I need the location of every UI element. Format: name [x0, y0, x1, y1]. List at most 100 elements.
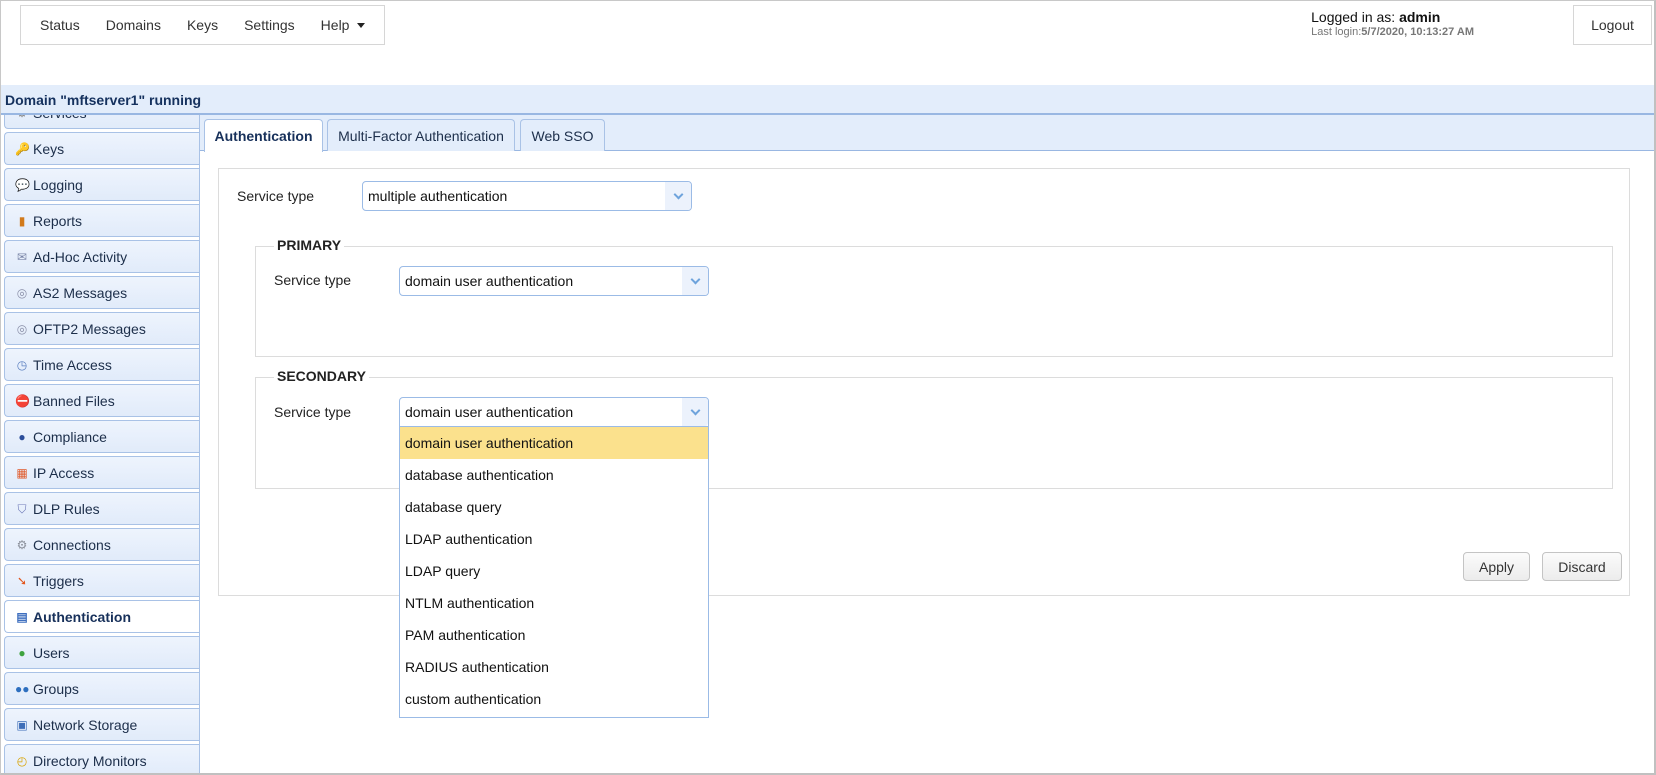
chevron-down-icon[interactable]	[682, 267, 708, 295]
menu-help-label: Help	[320, 17, 350, 33]
service-type-label: Service type	[237, 188, 315, 204]
sidebar-item-directory-monitors[interactable]: ◴ Directory Monitors	[4, 744, 199, 773]
sidebar-item-authentication[interactable]: ▤ Authentication	[4, 600, 199, 633]
service-type-select[interactable]: multiple authentication	[362, 181, 692, 211]
dropdown-option[interactable]: NTLM authentication	[400, 587, 708, 619]
folder-monitor-icon: ◴	[16, 753, 28, 768]
caret-down-icon	[357, 22, 366, 28]
sidebar-item-label: Compliance	[33, 428, 107, 445]
gear-connections-icon: ⚙	[16, 537, 28, 552]
dropdown-option[interactable]: PAM authentication	[400, 619, 708, 651]
calendar-clock-icon: ◷	[16, 357, 28, 372]
sidebar-item-network-storage[interactable]: ▣ Network Storage	[4, 708, 199, 741]
menu-settings[interactable]: Settings	[231, 6, 308, 44]
sidebar-item-label: Connections	[33, 536, 111, 553]
shield-icon: ⛉	[17, 501, 27, 516]
sidebar-item-ad-hoc-activity[interactable]: ✉ Ad-Hoc Activity	[4, 240, 199, 273]
menu-domains[interactable]: Domains	[93, 6, 174, 44]
sidebar-item-label: Logging	[33, 176, 83, 193]
sidebar-item-groups[interactable]: ●● Groups	[4, 672, 199, 705]
user-icon: ●	[18, 645, 26, 660]
firewall-icon: ▦	[16, 465, 28, 480]
messages-icon: ◎	[16, 285, 28, 300]
sidebar-item-logging[interactable]: 💬 Logging	[4, 168, 199, 201]
envelope-icon: ✉	[16, 249, 28, 264]
dropdown-option[interactable]: domain user authentication	[400, 427, 708, 459]
sidebar-item-time-access[interactable]: ◷ Time Access	[4, 348, 199, 381]
network-storage-icon: ▣	[16, 717, 28, 732]
dropdown-option[interactable]: RADIUS authentication	[400, 651, 708, 683]
sidebar-item-label: Banned Files	[33, 392, 115, 409]
secondary-legend: SECONDARY	[274, 368, 369, 384]
sidebar-item-label: AS2 Messages	[33, 284, 128, 301]
app-window: Status Domains Keys Settings Help Logged…	[0, 0, 1656, 775]
sidebar-item-label: Keys	[33, 140, 65, 157]
logout-button[interactable]: Logout	[1573, 5, 1652, 45]
login-info: Logged in as: admin Last login:5/7/2020,…	[1311, 9, 1474, 38]
secondary-service-type-select[interactable]: domain user authentication	[399, 397, 709, 427]
menu-status[interactable]: Status	[27, 6, 93, 44]
chevron-down-icon[interactable]	[682, 398, 708, 426]
speech-bubble-icon: 💬	[15, 177, 30, 192]
primary-service-type-select[interactable]: domain user authentication	[399, 266, 709, 296]
sidebar-item-triggers[interactable]: ➘ Triggers	[4, 564, 199, 597]
sidebar: ⚙Services🔑Keys💬Logging▮Reports✉Ad-Hoc Ac…	[1, 115, 199, 773]
sidebar-item-label: Time Access	[33, 356, 112, 373]
sidebar-item-connections[interactable]: ⚙ Connections	[4, 528, 199, 561]
tab-authentication[interactable]: Authentication	[204, 119, 323, 152]
tab-strip: Authentication Multi-Factor Authenticati…	[200, 115, 1654, 152]
primary-fieldset: PRIMARY	[255, 237, 1613, 357]
sidebar-item-label: Groups	[33, 680, 79, 697]
sidebar-item-services[interactable]: ⚙ Services	[4, 115, 199, 129]
messages-icon: ◎	[16, 321, 28, 336]
dropdown-option[interactable]: database query	[400, 491, 708, 523]
tab-web-sso[interactable]: Web SSO	[520, 119, 605, 151]
sidebar-item-label: Authentication	[33, 608, 131, 625]
sidebar-item-ip-access[interactable]: ▦ IP Access	[4, 456, 199, 489]
dropdown-option[interactable]: LDAP query	[400, 555, 708, 587]
service-type-value: multiple authentication	[368, 188, 508, 204]
menu-keys[interactable]: Keys	[174, 6, 231, 44]
primary-service-type-label: Service type	[274, 272, 352, 288]
secondary-service-type-value: domain user authentication	[405, 404, 574, 420]
last-login-label: Last login:	[1311, 26, 1362, 38]
chevron-down-icon[interactable]	[665, 182, 691, 210]
trigger-arrow-icon: ➘	[16, 573, 28, 588]
sidebar-item-label: Ad-Hoc Activity	[33, 248, 128, 265]
secondary-service-type-label: Service type	[274, 404, 352, 420]
sidebar-item-reports[interactable]: ▮ Reports	[4, 204, 199, 237]
domain-status-bar: Domain "mftserver1" running	[1, 85, 1654, 115]
bar-chart-icon: ▮	[18, 213, 26, 228]
logged-in-user: admin	[1399, 9, 1441, 25]
sidebar-item-label: IP Access	[33, 464, 95, 481]
apply-button[interactable]: Apply	[1463, 552, 1530, 581]
banned-file-icon: ⛔	[15, 393, 30, 408]
menu-help[interactable]: Help	[308, 6, 379, 44]
sidebar-item-label: Triggers	[33, 572, 84, 589]
primary-service-type-value: domain user authentication	[405, 273, 574, 289]
discard-button[interactable]: Discard	[1542, 552, 1622, 581]
sidebar-item-compliance[interactable]: ● Compliance	[4, 420, 199, 453]
group-icon: ●●	[15, 681, 30, 696]
sidebar-item-keys[interactable]: 🔑 Keys	[4, 132, 199, 165]
services-icon: ⚙	[15, 115, 29, 120]
sidebar-item-label: Services	[33, 115, 87, 121]
dropdown-option[interactable]: database authentication	[400, 459, 708, 491]
sidebar-item-label: Reports	[33, 212, 83, 229]
sidebar-item-label: Network Storage	[33, 716, 138, 733]
officer-icon: ●	[18, 429, 26, 444]
sidebar-divider	[199, 115, 200, 773]
sidebar-item-label: OFTP2 Messages	[33, 320, 146, 337]
sidebar-item-dlp-rules[interactable]: ⛉ DLP Rules	[4, 492, 199, 525]
dropdown-option[interactable]: LDAP authentication	[400, 523, 708, 555]
tab-multi-factor-authentication[interactable]: Multi-Factor Authentication	[327, 119, 515, 151]
dropdown-option[interactable]: custom authentication	[400, 683, 708, 715]
logged-in-as: Logged in as: admin	[1311, 9, 1474, 25]
sidebar-item-users[interactable]: ● Users	[4, 636, 199, 669]
sidebar-item-label: Users	[33, 644, 70, 661]
last-login: Last login:5/7/2020, 10:13:27 AM	[1311, 26, 1474, 38]
sidebar-item-as2-messages[interactable]: ◎ AS2 Messages	[4, 276, 199, 309]
sidebar-item-oftp2-messages[interactable]: ◎ OFTP2 Messages	[4, 312, 199, 345]
sidebar-item-banned-files[interactable]: ⛔ Banned Files	[4, 384, 199, 417]
logged-in-prefix: Logged in as:	[1311, 9, 1400, 25]
